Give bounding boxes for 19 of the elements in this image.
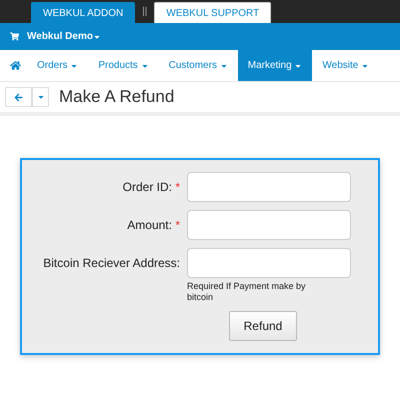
shop-menu[interactable]: Webkul Demo [27,31,101,42]
input-field[interactable] [187,248,351,278]
field-label: Order ID: * [122,179,180,196]
field-label: Bitcoin Reciever Address: [42,255,180,272]
dropdown-button[interactable] [32,87,49,107]
tab-separator: || [142,6,148,17]
back-button[interactable] [5,87,32,107]
refund-button[interactable]: Refund [229,311,297,341]
page-title: Make A Refund [59,87,174,107]
top-tab[interactable]: WEBKUL ADDON [31,2,136,23]
top-tab[interactable]: WEBKUL SUPPORT [154,2,272,23]
cart-icon [10,32,19,41]
back-arrow-icon [14,92,23,102]
nav-menu-item[interactable]: Marketing [238,50,312,81]
field-label: Amount: * [126,217,180,234]
caret-icon [36,93,44,101]
field-hint: Required If Payment make by bitcoin [187,281,307,303]
input-field[interactable] [187,172,351,202]
input-field[interactable] [187,210,351,240]
